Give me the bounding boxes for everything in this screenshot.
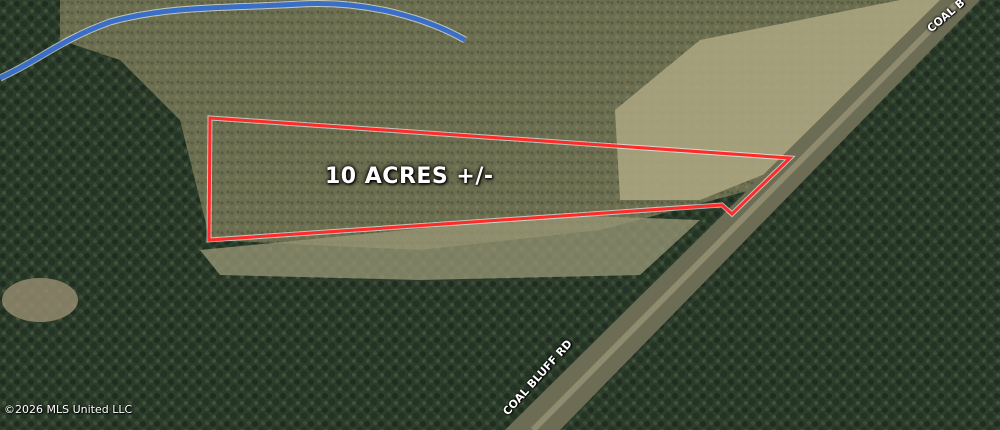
- small-clearing: [2, 278, 78, 322]
- parcel-acreage-label: 10 ACRES +/-: [325, 164, 494, 189]
- aerial-map[interactable]: 10 ACRES +/- COAL BLUFF RD COAL B ©2026 …: [0, 0, 1000, 430]
- copyright-notice: ©2026 MLS United LLC: [4, 403, 133, 416]
- satellite-imagery: [0, 0, 1000, 430]
